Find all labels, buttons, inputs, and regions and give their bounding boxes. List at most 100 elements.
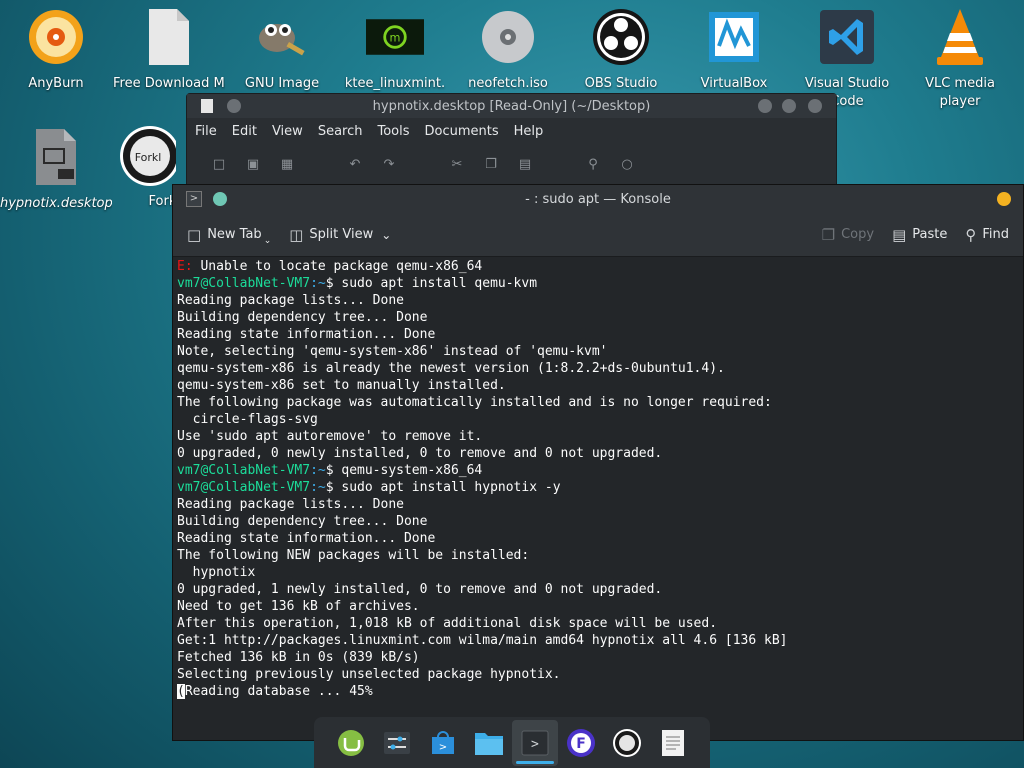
kate-titlebar[interactable]: hypnotix.desktop [Read-Only] (~/Desktop) [187,94,836,118]
maximize-button[interactable] [782,99,796,113]
menu-help[interactable]: Help [514,124,544,139]
desktop-icon-label: OBS Studio [584,76,658,91]
paste-icon: ▤ [892,225,907,244]
terminal-line: Reading package lists... Done [177,497,404,512]
minimize-button[interactable] [758,99,772,113]
kate-menubar: File Edit View Search Tools Documents He… [187,118,836,144]
terminal-line: Get:1 http://packages.linuxmint.com wilm… [177,633,788,648]
vlc-icon [931,8,989,66]
terminal-output[interactable]: E: Unable to locate package qemu-x86_64v… [177,258,1023,740]
chevron-down-icon: ⌄ [263,235,272,246]
menu-view[interactable]: View [272,124,303,139]
konsole-titlebar[interactable]: > - : sudo apt — Konsole [173,185,1023,213]
open-document-icon[interactable]: ▣ [236,157,270,172]
terminal-line: The following NEW packages will be insta… [177,548,530,563]
terminal-line: qemu-system-x86 set to manually installe… [177,378,506,393]
terminal-line: Reading state information... Done [177,327,436,342]
desktop-icon-obs[interactable]: OBS Studio [565,8,677,93]
taskbar: > > F [314,717,710,768]
terminal-line: vm7@CollabNet-VM7:~$ sudo apt install qe… [177,276,538,291]
kate-window[interactable]: hypnotix.desktop [Read-Only] (~/Desktop)… [186,93,837,190]
desktop-icon-label: Visual Studio [804,76,890,91]
taskbar-app-f[interactable]: F [558,720,604,766]
zoom-icon[interactable]: ○ [610,157,644,172]
menu-edit[interactable]: Edit [232,124,257,139]
new-document-icon[interactable]: □ [202,157,236,172]
redo-icon[interactable]: ↷ [372,157,406,172]
search-icon[interactable]: ⚲ [576,157,610,172]
taskbar-settings[interactable] [374,720,420,766]
terminal-line: Fetched 136 kB in 0s (839 kB/s) [177,650,420,665]
terminal-cursor: ( [177,684,185,699]
terminal-line: Building dependency tree... Done [177,310,428,325]
menu-file[interactable]: File [195,124,217,139]
image-thumbnail-icon: m [366,8,424,66]
taskbar-forklift[interactable] [604,720,650,766]
desktop-icon-label: neofetch.iso [468,76,548,91]
desktop-icon-ktee[interactable]: m ktee_linuxmint. [339,8,451,93]
desktop-icon-label: AnyBurn [28,76,84,91]
menu-documents[interactable]: Documents [425,124,499,139]
save-icon[interactable]: ▦ [270,157,304,172]
new-tab-icon: □ [187,225,202,244]
konsole-window[interactable]: > - : sudo apt — Konsole □ New Tab ⌄ ◫ S… [172,184,1024,741]
terminal-line: vm7@CollabNet-VM7:~$ sudo apt install hy… [177,480,561,495]
terminal-line: Reading state information... Done [177,531,436,546]
copy-button[interactable]: ❐ Copy [822,226,874,244]
desktop-icon-label: ktee_linuxmint. [344,76,446,91]
app-f-icon: F [567,728,595,757]
taskbar-mint-menu[interactable] [328,720,374,766]
undo-icon[interactable]: ↶ [338,157,372,172]
taskbar-konsole[interactable]: > [512,719,558,766]
software-store-icon: > [432,730,454,754]
desktop-icon-gimp[interactable]: GNU Image [226,8,338,93]
svg-text:Forkl: Forkl [135,151,162,164]
taskbar-discover[interactable]: > [420,720,466,766]
close-button[interactable] [808,99,822,113]
menu-search[interactable]: Search [318,124,363,139]
copy-icon[interactable]: ❐ [474,157,508,172]
desktop-icon-hypnotix-desktop[interactable]: hypnotix.desktop [0,128,112,213]
cut-icon[interactable]: ✂ [440,157,474,172]
konsole-toolbar: □ New Tab ⌄ ◫ Split View ⌄ ❐ Copy ▤ Past… [173,213,1023,257]
split-view-button[interactable]: ◫ Split View ⌄ [289,226,391,244]
copy-icon: ❐ [821,225,836,244]
terminal-line: (Reading database ... 45% [177,684,373,699]
kate-title: hypnotix.desktop [Read-Only] (~/Desktop) [372,98,651,114]
svg-text:>: > [439,742,447,753]
desktop-icon-neofetch[interactable]: neofetch.iso [452,8,564,93]
menu-tools[interactable]: Tools [377,124,409,139]
split-view-icon: ◫ [289,225,304,244]
linux-mint-icon [338,729,364,756]
terminal-line: Reading package lists... Done [177,293,404,308]
desktop-icon-fdm[interactable]: Free Download Manag [113,8,225,93]
terminal-line: The following package was automatically … [177,395,772,410]
find-button[interactable]: ⚲ Find [965,226,1009,244]
minimize-button[interactable] [997,192,1011,206]
file-icon [140,8,198,66]
desktop-icon-vlc[interactable]: VLC media player [904,8,1016,111]
terminal-line: After this operation, 1,018 kB of additi… [177,616,718,631]
terminal-line: Selecting previously unselected package … [177,667,561,682]
terminal-line: Building dependency tree... Done [177,514,428,529]
konsole-title: - : sudo apt — Konsole [525,191,671,207]
desktop-icon-anyburn[interactable]: AnyBurn [0,8,112,93]
disc-icon [479,8,537,66]
forklift-icon [613,728,641,757]
terminal-line: E: Unable to locate package qemu-x86_64 [177,259,483,274]
desktop-icon-label: hypnotix.desktop [0,196,112,211]
desktop-icon-label: GNU Image [244,76,320,91]
terminal-line: vm7@CollabNet-VM7:~$ qemu-system-x86_64 [177,463,483,478]
taskbar-files[interactable] [466,720,512,766]
new-tab-button[interactable]: □ New Tab ⌄ [187,224,271,246]
virtualbox-icon [705,8,763,66]
paste-button[interactable]: ▤ Paste [892,226,947,244]
kate-toolbar: □ ▣ ▦ ↶ ↷ ✂ ❐ ▤ ⚲ ○ [187,144,836,184]
svg-text:>: > [531,737,539,752]
taskbar-text-editor[interactable] [650,720,696,766]
svg-text:m: m [390,32,401,45]
desktop-icon-virtualbox[interactable]: VirtualBox [678,8,790,93]
paste-icon[interactable]: ▤ [508,157,542,172]
terminal-line: Need to get 136 kB of archives. [177,599,420,614]
terminal-icon: > [521,730,549,755]
